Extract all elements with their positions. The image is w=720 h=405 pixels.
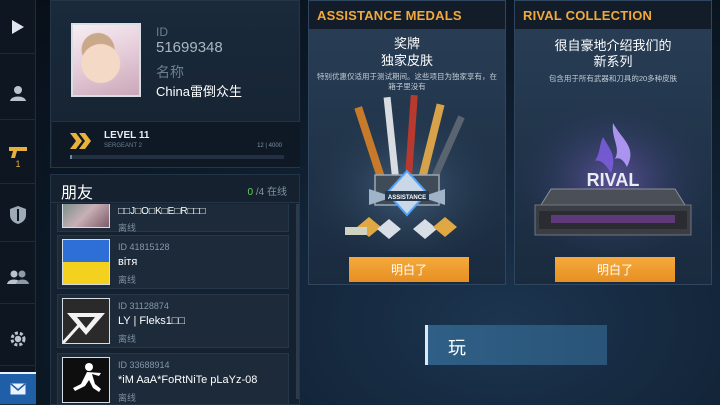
nav-settings[interactable]: [0, 312, 36, 366]
side-nav: 1: [0, 0, 36, 405]
friends-online-count: 0 /4 在线: [248, 183, 287, 198]
card-title: ASSISTANCE MEDALS: [317, 8, 462, 23]
friend-row[interactable]: ID 33688914 *iM AaA*FoRtNiTe pLaYz-08 离线: [57, 353, 289, 404]
got-it-button[interactable]: 明白了: [555, 257, 675, 282]
friends-list[interactable]: □□J□O□K□E□R□□□ 离线 ID 41815128 вітя 离线 ID…: [57, 204, 295, 404]
clan-shield-icon: [10, 205, 26, 224]
player-avatar[interactable]: [71, 23, 141, 97]
medals-weapons-art: ASSISTANCE: [309, 93, 505, 253]
friend-row[interactable]: ID 31128874 LY | Fleks1□□ 离线: [57, 294, 289, 348]
player-id: 51699348: [156, 39, 223, 56]
rank-chevron-icon: [70, 133, 91, 149]
nav-weapons[interactable]: 1: [0, 130, 36, 184]
id-label: ID: [156, 25, 168, 39]
friend-name: □□J□O□K□E□R□□□: [118, 206, 206, 217]
play-label: 玩: [448, 338, 466, 358]
friend-avatar: [62, 204, 110, 228]
friend-name: вітя: [118, 256, 138, 268]
name-label: 名称: [156, 64, 184, 80]
friend-id: ID 31128874: [118, 301, 169, 311]
profile-icon: [10, 85, 26, 101]
medal-label: ASSISTANCE: [388, 195, 426, 201]
online-suffix: /4 在线: [255, 187, 287, 198]
promo-card-rival: RIVAL COLLECTION 很自豪地介绍我们的 新系列 包含用于所有武器和…: [514, 0, 712, 285]
friend-avatar: [62, 239, 110, 285]
level-box: LEVEL 11 SERGEANT 2 12 | 4000: [52, 121, 300, 167]
card-description: 包含用于所有武器和刀具的20多种皮肤: [548, 74, 678, 83]
profile-panel: ID 51699348 名称 China雷倒众生 LEVEL 11 SERGEA…: [50, 0, 300, 168]
card-subtitle-line1: 奖牌: [393, 36, 420, 51]
friend-row[interactable]: ID 41815128 вітя 离线: [57, 235, 289, 289]
friend-status: 离线: [118, 334, 137, 344]
friend-name: LY | Fleks1□□: [118, 315, 186, 327]
player-name: China雷倒众生: [156, 84, 242, 99]
friends-title: 朋友: [61, 185, 94, 202]
xp-text: 12 | 4000: [257, 143, 282, 149]
friends-icon: [7, 270, 29, 284]
friends-header: 朋友 0 /4 在线: [51, 175, 299, 203]
friends-panel: 朋友 0 /4 在线 □□J□O□K□E□R□□□ 离线 ID 41815128…: [50, 174, 300, 405]
nav-mail[interactable]: [0, 372, 36, 405]
weapons-count: 1: [15, 158, 21, 169]
gear-icon: [10, 331, 26, 346]
nav-profile[interactable]: [0, 66, 36, 120]
play-icon: [12, 19, 24, 34]
rival-case-art: RIVAL: [515, 93, 711, 253]
friend-name: *iM AaA*FoRtNiTe pLaYz-08: [118, 374, 258, 386]
level-label: LEVEL 11: [104, 130, 150, 141]
pistol-icon: [9, 146, 27, 158]
xp-progress-fill: [70, 155, 73, 159]
nav-clan[interactable]: [0, 188, 36, 242]
friend-id: ID 41815128: [118, 242, 170, 252]
play-button[interactable]: 玩: [425, 325, 607, 365]
card-header: RIVAL COLLECTION: [515, 1, 711, 29]
nav-play[interactable]: [0, 0, 36, 54]
clan-logo-icon: [61, 313, 105, 345]
friend-row[interactable]: □□J□O□K□E□R□□□ 离线: [57, 204, 289, 233]
friend-status: 离线: [118, 275, 137, 285]
card-title: RIVAL COLLECTION: [523, 8, 653, 23]
friend-avatar: [62, 357, 110, 403]
rival-logo-text: RIVAL: [587, 170, 640, 190]
friend-id: ID 33688914: [118, 360, 170, 370]
card-header: ASSISTANCE MEDALS: [309, 1, 505, 29]
card-subtitle-line1: 很自豪地介绍我们的: [554, 38, 672, 53]
nav-friends[interactable]: [0, 250, 36, 304]
friend-avatar: [61, 298, 110, 345]
rank-label: SERGEANT 2: [104, 143, 142, 149]
promo-card-assistance: ASSISTANCE MEDALS 奖牌 独家皮肤 特别优惠仅适用于测试期间。这…: [308, 0, 506, 285]
card-subtitle-line2: 新系列: [593, 54, 633, 69]
mail-icon: [10, 383, 26, 395]
friends-scrollbar[interactable]: [296, 204, 299, 399]
card-subtitle-line2: 独家皮肤: [380, 53, 433, 68]
friend-status: 离线: [118, 393, 137, 403]
card-description: 特别优惠仅适用于测试期间。这些项目为独家享有，在箱子里没有: [317, 72, 497, 91]
got-it-button[interactable]: 明白了: [349, 257, 469, 282]
online-number: 0: [247, 187, 254, 198]
runner-silhouette-icon: [73, 363, 101, 392]
xp-progress-bar: [70, 155, 284, 159]
friend-status: 离线: [118, 223, 137, 233]
